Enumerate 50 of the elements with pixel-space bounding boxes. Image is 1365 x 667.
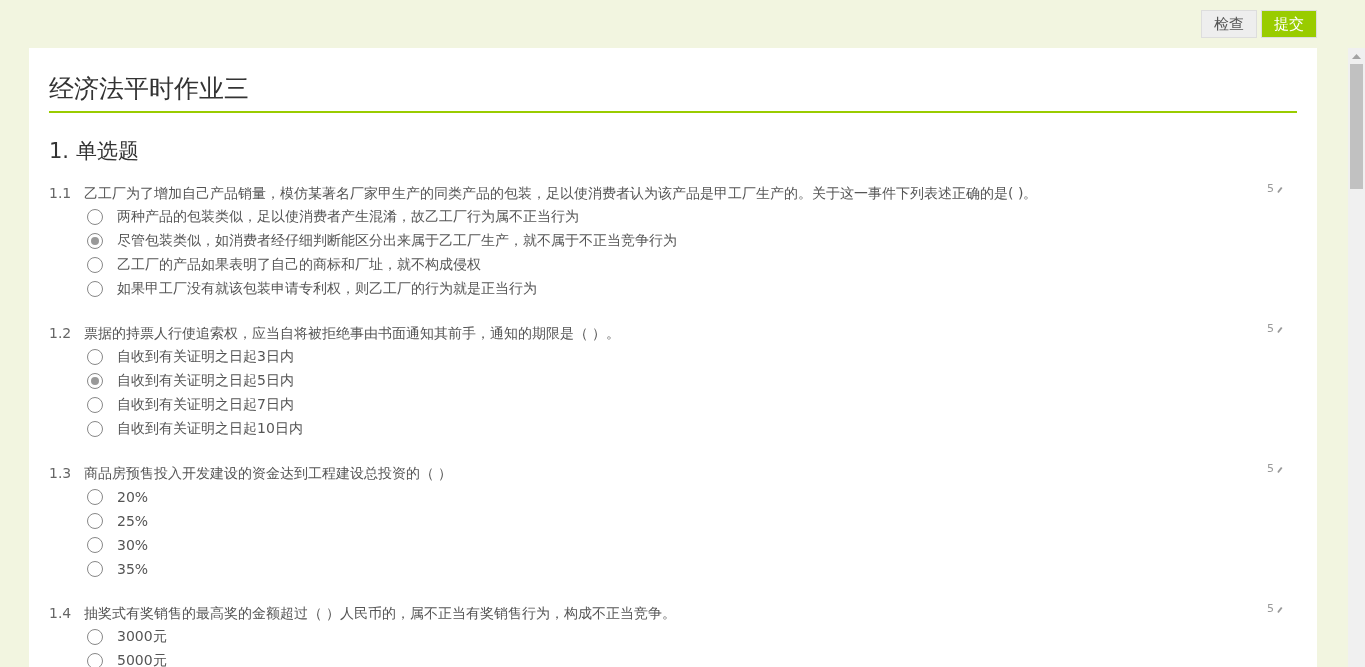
option-label: 5000元 <box>117 652 167 667</box>
scrollbar[interactable] <box>1348 48 1365 667</box>
question-score: 5 <box>1267 601 1274 617</box>
radio-button[interactable] <box>87 421 103 437</box>
option-label: 35% <box>117 561 149 577</box>
page-title: 经济法平时作业三 <box>49 68 1297 113</box>
option-label: 自收到有关证明之日起5日内 <box>117 372 294 390</box>
option-label: 自收到有关证明之日起7日内 <box>117 396 294 414</box>
check-button[interactable]: 检查 <box>1201 10 1257 38</box>
pencil-icon <box>1277 605 1283 613</box>
pencil-icon <box>1277 465 1283 473</box>
section-heading: 1. 单选题 <box>49 138 140 165</box>
radio-button[interactable] <box>87 349 103 365</box>
question-number: 1.3 <box>49 464 73 483</box>
radio-button[interactable] <box>87 489 103 505</box>
radio-button[interactable] <box>87 257 103 273</box>
radio-button[interactable] <box>87 233 103 249</box>
question-number: 1.4 <box>49 604 73 623</box>
radio-button[interactable] <box>87 513 103 529</box>
question-score: 5 <box>1267 181 1274 197</box>
pencil-icon <box>1277 325 1283 333</box>
option-label: 25% <box>117 513 149 529</box>
scroll-up-icon[interactable] <box>1352 54 1361 60</box>
radio-button[interactable] <box>87 537 103 553</box>
question-text: 商品房预售投入开发建设的资金达到工程建设总投资的（ ） <box>84 464 454 483</box>
option-label: 30% <box>117 537 149 553</box>
radio-button[interactable] <box>87 209 103 225</box>
question-score: 5 <box>1267 461 1274 477</box>
radio-button[interactable] <box>87 397 103 413</box>
pencil-icon <box>1277 185 1283 193</box>
option-label: 自收到有关证明之日起10日内 <box>117 420 303 438</box>
question-number: 1.1 <box>49 184 73 203</box>
radio-button[interactable] <box>87 373 103 389</box>
question-text: 乙工厂为了增加自己产品销量，模仿某著名厂家甲生产的同类产品的包装，足以使消费者认为该产品是甲工厂生产的。关于这一事件下列表述正确的是( )。 <box>84 184 1039 203</box>
radio-button[interactable] <box>87 281 103 297</box>
option-label: 如果甲工厂没有就该包装申请专利权，则乙工厂的行为就是正当行为 <box>117 280 537 298</box>
question-number: 1.2 <box>49 324 73 343</box>
option-label: 自收到有关证明之日起3日内 <box>117 348 294 366</box>
question-score: 5 <box>1267 321 1274 337</box>
question-text: 票据的持票人行使追索权，应当自将被拒绝事由书面通知其前手，通知的期限是（ ）。 <box>84 324 622 343</box>
scroll-thumb[interactable] <box>1350 64 1363 189</box>
option-label: 3000元 <box>117 628 167 646</box>
radio-button[interactable] <box>87 561 103 577</box>
radio-button[interactable] <box>87 653 103 667</box>
question-text: 抽奖式有奖销售的最高奖的金额超过（ ）人民币的，属不正当有奖销售行为，构成不正当竞争。 <box>84 604 678 623</box>
option-label: 20% <box>117 489 149 505</box>
option-label: 尽管包装类似，如消费者经仔细判断能区分出来属于乙工厂生产，就不属于不正当竞争行为 <box>117 232 677 250</box>
option-label: 两种产品的包装类似，足以使消费者产生混淆，故乙工厂行为属不正当行为 <box>117 208 579 226</box>
radio-button[interactable] <box>87 629 103 645</box>
option-label: 乙工厂的产品如果表明了自己的商标和厂址，就不构成侵权 <box>117 256 481 274</box>
